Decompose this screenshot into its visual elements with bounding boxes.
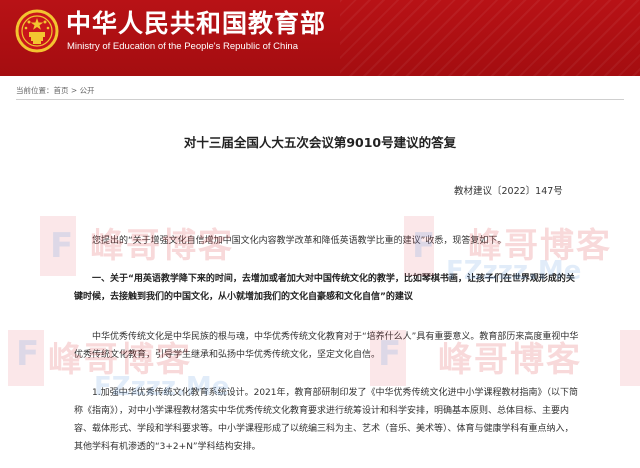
watermark-block — [8, 330, 44, 386]
paragraph-section-heading: 一、关于“用英语教学降下来的时间，去增加或者加大对中国传统文化的教学，比如琴棋书… — [74, 274, 575, 302]
header-pattern — [340, 0, 640, 76]
document-number: 教材建议〔2022〕147号 — [454, 186, 563, 197]
breadcrumb-home-link[interactable]: 首页 — [54, 86, 69, 95]
breadcrumb-separator: > — [68, 86, 80, 95]
paragraph-intro: 您提出的“关于增强文化自信增加中国文化内容教学改革和降低英语教学比重的建议”收悉… — [92, 236, 507, 246]
national-emblem-icon — [15, 9, 59, 53]
breadcrumb-divider — [16, 99, 624, 100]
watermark-letter: F — [50, 226, 74, 266]
site-header: 中华人民共和国教育部 Ministry of Education of the … — [0, 0, 640, 76]
paragraph-body: 1.加强中华优秀传统文化教育系统设计。2021年，教育部研制印发了《中华优秀传统… — [74, 388, 578, 452]
breadcrumb: 当前位置：首页 > 公开 — [16, 86, 95, 96]
breadcrumb-label: 当前位置： — [16, 86, 54, 95]
site-title[interactable]: 中华人民共和国教育部 — [66, 9, 326, 39]
watermark-block — [40, 216, 76, 276]
site-subtitle: Ministry of Education of the People's Re… — [67, 41, 298, 52]
watermark-block — [620, 330, 640, 386]
watermark-letter: F — [16, 334, 40, 374]
document-title: 对十三届全国人大五次会议第9010号建议的答复 — [183, 135, 457, 150]
breadcrumb-current-link[interactable]: 公开 — [80, 86, 95, 95]
paragraph-body: 中华优秀传统文化是中华民族的根与魂，中华优秀传统文化教育对于“培养什么人”具有重… — [74, 332, 579, 360]
